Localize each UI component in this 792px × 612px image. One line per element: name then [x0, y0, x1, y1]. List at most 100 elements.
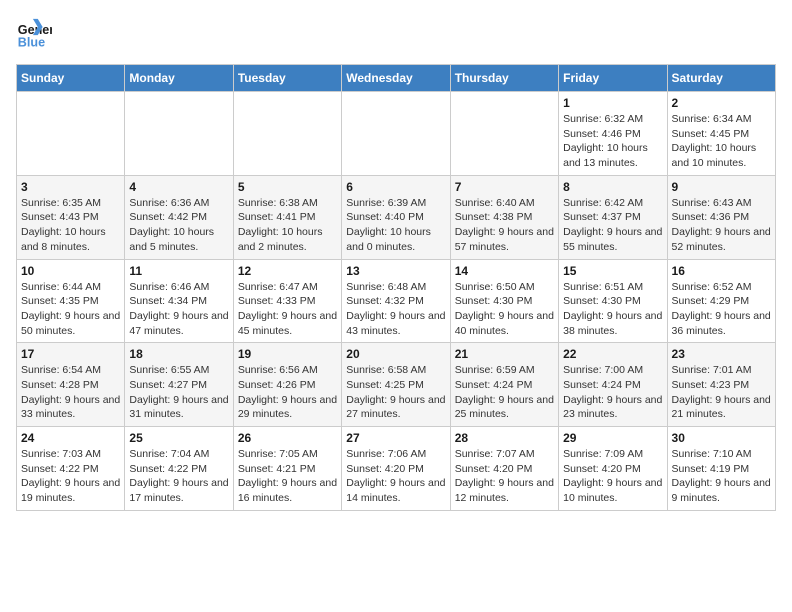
calendar-cell: 11 Sunrise: 6:46 AMSunset: 4:34 PMDayligh… — [125, 259, 233, 343]
calendar-cell: 10Sunrise: 6:44 AMSunset: 4:35 PMDayligh… — [17, 259, 125, 343]
day-number: 28 — [455, 431, 554, 445]
day-info: Sunrise: 6:46 AMSunset: 4:34 PMDaylight:… — [129, 280, 228, 339]
day-number: 27 — [346, 431, 445, 445]
calendar-week-row: 3 Sunrise: 6:35 AMSunset: 4:43 PMDaylight… — [17, 175, 776, 259]
day-number: 22 — [563, 347, 662, 361]
calendar-cell: 4 Sunrise: 6:36 AMSunset: 4:42 PMDaylight… — [125, 175, 233, 259]
day-number: 24 — [21, 431, 120, 445]
calendar-cell: 30 Sunrise: 7:10 AMSunset: 4:19 PMDayligh… — [667, 427, 775, 511]
day-number: 14 — [455, 264, 554, 278]
calendar-cell: 13Sunrise: 6:48 AMSunset: 4:32 PMDayligh… — [342, 259, 450, 343]
day-number: 29 — [563, 431, 662, 445]
day-number: 6 — [346, 180, 445, 194]
day-info: Sunrise: 7:10 AMSunset: 4:19 PMDaylight:… — [672, 447, 771, 506]
calendar-cell: 25 Sunrise: 7:04 AMSunset: 4:22 PMDayligh… — [125, 427, 233, 511]
day-info: Sunrise: 7:06 AMSunset: 4:20 PMDaylight:… — [346, 447, 445, 506]
calendar-cell: 6 Sunrise: 6:39 AMSunset: 4:40 PMDaylight… — [342, 175, 450, 259]
day-number: 3 — [21, 180, 120, 194]
day-info: Sunrise: 7:00 AMSunset: 4:24 PMDaylight:… — [563, 363, 662, 422]
calendar-cell: 3 Sunrise: 6:35 AMSunset: 4:43 PMDaylight… — [17, 175, 125, 259]
day-number: 16 — [672, 264, 771, 278]
weekday-header-cell: Monday — [125, 65, 233, 92]
calendar-cell: 12 Sunrise: 6:47 AMSunset: 4:33 PMDayligh… — [233, 259, 341, 343]
weekday-header-row: SundayMondayTuesdayWednesdayThursdayFrid… — [17, 65, 776, 92]
calendar-cell: 28 Sunrise: 7:07 AMSunset: 4:20 PMDayligh… — [450, 427, 558, 511]
calendar-cell: 17 Sunrise: 6:54 AMSunset: 4:28 PMDayligh… — [17, 343, 125, 427]
calendar-cell — [342, 92, 450, 176]
calendar-cell: 19 Sunrise: 6:56 AMSunset: 4:26 PMDayligh… — [233, 343, 341, 427]
day-info: Sunrise: 6:50 AMSunset: 4:30 PMDaylight:… — [455, 280, 554, 339]
day-info: Sunrise: 6:36 AMSunset: 4:42 PMDaylight:… — [129, 196, 228, 255]
calendar-cell: 20 Sunrise: 6:58 AMSunset: 4:25 PMDayligh… — [342, 343, 450, 427]
day-number: 1 — [563, 96, 662, 110]
day-info: Sunrise: 6:32 AMSunset: 4:46 PMDaylight:… — [563, 112, 662, 171]
weekday-header-cell: Tuesday — [233, 65, 341, 92]
day-info: Sunrise: 6:58 AMSunset: 4:25 PMDaylight:… — [346, 363, 445, 422]
weekday-header-cell: Friday — [559, 65, 667, 92]
day-info: Sunrise: 6:55 AMSunset: 4:27 PMDaylight:… — [129, 363, 228, 422]
day-info: Sunrise: 6:34 AMSunset: 4:45 PMDaylight:… — [672, 112, 771, 171]
calendar-table: SundayMondayTuesdayWednesdayThursdayFrid… — [16, 64, 776, 511]
day-info: Sunrise: 6:35 AMSunset: 4:43 PMDaylight:… — [21, 196, 120, 255]
day-number: 19 — [238, 347, 337, 361]
calendar-cell: 26 Sunrise: 7:05 AMSunset: 4:21 PMDayligh… — [233, 427, 341, 511]
day-number: 4 — [129, 180, 228, 194]
calendar-cell: 14 Sunrise: 6:50 AMSunset: 4:30 PMDayligh… — [450, 259, 558, 343]
weekday-header-cell: Sunday — [17, 65, 125, 92]
calendar-cell: 15 Sunrise: 6:51 AMSunset: 4:30 PMDayligh… — [559, 259, 667, 343]
calendar-cell: 7 Sunrise: 6:40 AMSunset: 4:38 PMDaylight… — [450, 175, 558, 259]
day-info: Sunrise: 6:59 AMSunset: 4:24 PMDaylight:… — [455, 363, 554, 422]
day-number: 13 — [346, 264, 445, 278]
calendar-cell: 29 Sunrise: 7:09 AMSunset: 4:20 PMDayligh… — [559, 427, 667, 511]
logo: General Blue — [16, 16, 52, 52]
calendar-cell: 9 Sunrise: 6:43 AMSunset: 4:36 PMDaylight… — [667, 175, 775, 259]
day-info: Sunrise: 7:09 AMSunset: 4:20 PMDaylight:… — [563, 447, 662, 506]
day-number: 25 — [129, 431, 228, 445]
logo-icon: General Blue — [16, 16, 52, 52]
calendar-cell: 24Sunrise: 7:03 AMSunset: 4:22 PMDayligh… — [17, 427, 125, 511]
day-info: Sunrise: 6:54 AMSunset: 4:28 PMDaylight:… — [21, 363, 120, 422]
day-info: Sunrise: 6:42 AMSunset: 4:37 PMDaylight:… — [563, 196, 662, 255]
calendar-cell: 18 Sunrise: 6:55 AMSunset: 4:27 PMDayligh… — [125, 343, 233, 427]
day-info: Sunrise: 6:51 AMSunset: 4:30 PMDaylight:… — [563, 280, 662, 339]
day-info: Sunrise: 7:05 AMSunset: 4:21 PMDaylight:… — [238, 447, 337, 506]
day-number: 7 — [455, 180, 554, 194]
calendar-cell — [233, 92, 341, 176]
day-number: 9 — [672, 180, 771, 194]
calendar-cell — [125, 92, 233, 176]
day-info: Sunrise: 6:44 AMSunset: 4:35 PMDaylight:… — [21, 280, 120, 339]
day-info: Sunrise: 6:47 AMSunset: 4:33 PMDaylight:… — [238, 280, 337, 339]
calendar-cell: 5Sunrise: 6:38 AMSunset: 4:41 PMDaylight… — [233, 175, 341, 259]
day-number: 20 — [346, 347, 445, 361]
day-info: Sunrise: 6:43 AMSunset: 4:36 PMDaylight:… — [672, 196, 771, 255]
day-number: 17 — [21, 347, 120, 361]
day-number: 15 — [563, 264, 662, 278]
calendar-cell: 1 Sunrise: 6:32 AMSunset: 4:46 PMDaylight… — [559, 92, 667, 176]
weekday-header-cell: Saturday — [667, 65, 775, 92]
day-info: Sunrise: 7:04 AMSunset: 4:22 PMDaylight:… — [129, 447, 228, 506]
calendar-cell — [17, 92, 125, 176]
day-info: Sunrise: 7:01 AMSunset: 4:23 PMDaylight:… — [672, 363, 771, 422]
day-info: Sunrise: 6:40 AMSunset: 4:38 PMDaylight:… — [455, 196, 554, 255]
day-info: Sunrise: 6:39 AMSunset: 4:40 PMDaylight:… — [346, 196, 445, 255]
calendar-cell: 21 Sunrise: 6:59 AMSunset: 4:24 PMDayligh… — [450, 343, 558, 427]
day-number: 18 — [129, 347, 228, 361]
calendar-week-row: 1 Sunrise: 6:32 AMSunset: 4:46 PMDaylight… — [17, 92, 776, 176]
day-number: 12 — [238, 264, 337, 278]
day-number: 30 — [672, 431, 771, 445]
calendar-cell: 22 Sunrise: 7:00 AMSunset: 4:24 PMDayligh… — [559, 343, 667, 427]
day-number: 8 — [563, 180, 662, 194]
day-info: Sunrise: 7:07 AMSunset: 4:20 PMDaylight:… — [455, 447, 554, 506]
day-number: 23 — [672, 347, 771, 361]
calendar-cell: 8 Sunrise: 6:42 AMSunset: 4:37 PMDaylight… — [559, 175, 667, 259]
day-number: 26 — [238, 431, 337, 445]
calendar-cell: 16 Sunrise: 6:52 AMSunset: 4:29 PMDayligh… — [667, 259, 775, 343]
day-number: 21 — [455, 347, 554, 361]
calendar-cell: 23 Sunrise: 7:01 AMSunset: 4:23 PMDayligh… — [667, 343, 775, 427]
day-number: 2 — [672, 96, 771, 110]
day-number: 11 — [129, 264, 228, 278]
day-info: Sunrise: 6:52 AMSunset: 4:29 PMDaylight:… — [672, 280, 771, 339]
calendar-week-row: 17 Sunrise: 6:54 AMSunset: 4:28 PMDayligh… — [17, 343, 776, 427]
day-info: Sunrise: 6:56 AMSunset: 4:26 PMDaylight:… — [238, 363, 337, 422]
weekday-header-cell: Wednesday — [342, 65, 450, 92]
